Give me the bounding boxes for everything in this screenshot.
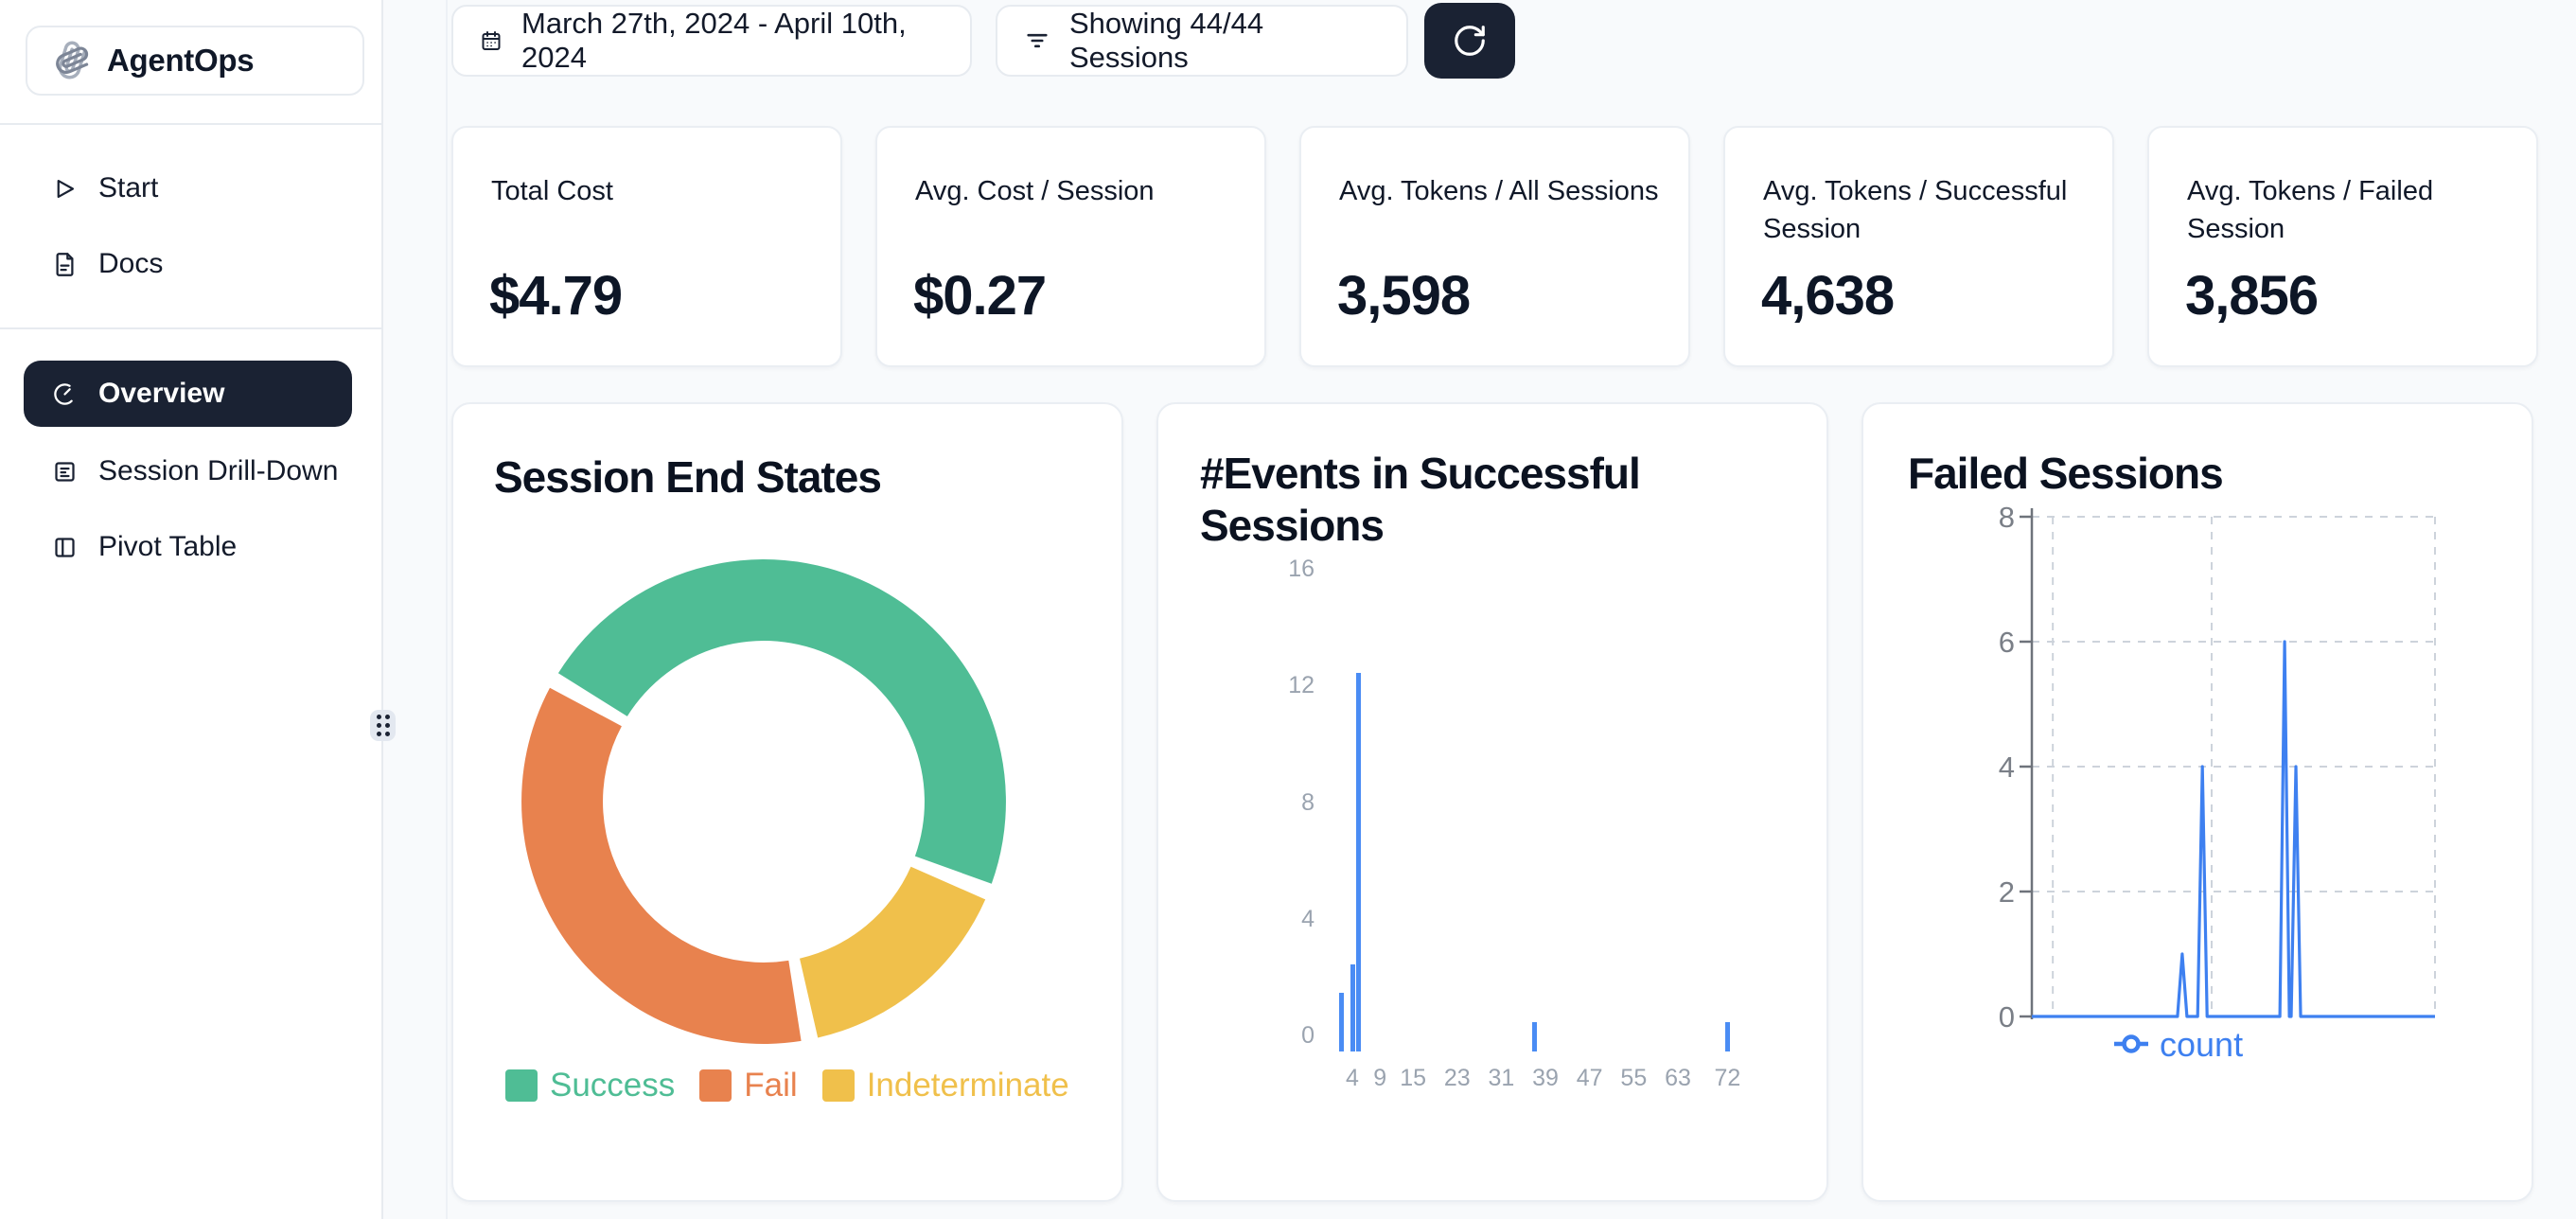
sessions-filter-label: Showing 44/44 Sessions (1069, 7, 1380, 75)
sidebar-item-overview[interactable]: Overview (24, 361, 352, 427)
histogram-bar (1339, 993, 1344, 1051)
legend-label: Indeterminate (867, 1067, 1069, 1104)
y-tick-label: 4 (1210, 905, 1314, 933)
stat-value: $4.79 (489, 264, 622, 327)
legend-item-indeterminate[interactable]: Indeterminate (822, 1067, 1069, 1104)
line-dot-icon (2125, 1037, 2139, 1051)
y-tick-label: 8 (1999, 501, 2015, 534)
legend-swatch (822, 1069, 855, 1102)
x-tick-label: 72 (1689, 1063, 1765, 1093)
stat-value: 3,856 (2185, 264, 2318, 327)
play-icon (52, 176, 78, 202)
y-tick-label: 0 (1210, 1021, 1314, 1050)
histogram-bar (1532, 1022, 1537, 1051)
agentops-dashboard: AgentOps Start Docs (0, 0, 2576, 1219)
donut-segment-indeterminate (800, 867, 985, 1038)
failed-sessions-line-chart: 0 2 4 6 8 count (1863, 404, 2535, 1204)
y-tick-label: 6 (1999, 626, 2015, 659)
y-tick-label: 12 (1210, 671, 1314, 699)
y-tick-label: 16 (1210, 555, 1314, 583)
app-title: AgentOps (107, 43, 254, 79)
date-range-button[interactable]: March 27th, 2024 - April 10th, 2024 (451, 5, 972, 77)
sidebar-item-label: Start (98, 172, 158, 204)
count-line-series (2032, 642, 2435, 1016)
stat-value: 3,598 (1337, 264, 1470, 327)
content-left-divider (446, 0, 448, 1219)
donut-legend: Success Fail Indeterminate (505, 1067, 1069, 1104)
sidebar-item-label: Session Drill-Down (98, 455, 338, 487)
sidebar-item-pivot-table[interactable]: Pivot Table (0, 516, 381, 578)
stat-card-avg-tokens-failed: Avg. Tokens / Failed Session 3,856 (2147, 126, 2538, 367)
sidebar-item-docs[interactable]: Docs (0, 233, 381, 295)
stat-card-avg-tokens-all: Avg. Tokens / All Sessions 3,598 (1299, 126, 1690, 367)
legend-swatch (505, 1069, 538, 1102)
sidebar-item-label: Docs (98, 248, 163, 280)
legend-item-count[interactable]: count (2114, 1025, 2243, 1064)
stat-card-avg-tokens-successful: Avg. Tokens / Successful Session 4,638 (1723, 126, 2114, 367)
legend-label: Success (550, 1067, 675, 1104)
sidebar-item-label: Overview (98, 378, 224, 410)
legend-swatch (699, 1069, 732, 1102)
stat-value: $0.27 (913, 264, 1046, 327)
session-end-states-chart-card: Session End States SuccessFailIndetermin… (451, 402, 1123, 1202)
sidebar-resize-handle[interactable] (370, 710, 396, 741)
paperclip-logo-icon (50, 40, 92, 81)
sidebar-divider (0, 123, 381, 125)
legend-item-fail[interactable]: Fail (699, 1067, 797, 1104)
histogram-bar (1356, 673, 1361, 1051)
calendar-icon (480, 29, 503, 52)
list-icon (52, 459, 78, 485)
sessions-filter-button[interactable]: Showing 44/44 Sessions (996, 5, 1408, 77)
stat-card-avg-cost-session: Avg. Cost / Session $0.27 (875, 126, 1266, 367)
sidebar-divider (0, 327, 381, 329)
y-tick-label: 8 (1210, 788, 1314, 817)
histogram-bar (1725, 1022, 1730, 1051)
histogram-bar (1350, 964, 1355, 1051)
y-tick-label: 4 (1999, 751, 2015, 784)
legend-label: Fail (744, 1067, 797, 1104)
docs-icon (52, 252, 78, 277)
stat-card-total-cost: Total Cost $4.79 (451, 126, 842, 367)
stat-label: Total Cost (491, 172, 813, 210)
events-histogram-chart-card: #Events in Successful Sessions 048121649… (1156, 402, 1828, 1202)
stat-label: Avg. Tokens / All Sessions (1339, 172, 1661, 210)
date-range-label: March 27th, 2024 - April 10th, 2024 (521, 7, 944, 75)
sidebar-item-start[interactable]: Start (0, 157, 381, 220)
stat-label: Avg. Tokens / Failed Session (2187, 172, 2509, 248)
rotate-cw-icon (1452, 23, 1488, 59)
failed-sessions-chart-card: Failed Sessions 02468count (1861, 402, 2533, 1202)
y-tick-label: 0 (1999, 1000, 2015, 1034)
stat-label: Avg. Cost / Session (915, 172, 1237, 210)
columns-icon (52, 535, 78, 560)
sidebar-item-session-drill-down[interactable]: Session Drill-Down (0, 440, 381, 503)
filter-lines-icon (1024, 27, 1050, 54)
gauge-icon (52, 381, 78, 407)
legend-item-success[interactable]: Success (505, 1067, 675, 1104)
sidebar-item-label: Pivot Table (98, 531, 237, 563)
stat-value: 4,638 (1761, 264, 1894, 327)
refresh-button[interactable] (1424, 3, 1515, 79)
donut-segment-fail (521, 688, 802, 1044)
app-logo[interactable]: AgentOps (26, 26, 364, 96)
events-histogram: 0481216491523313947556372 (1158, 404, 1830, 1204)
donut-segment-success (558, 559, 1006, 884)
sidebar: AgentOps Start Docs (0, 0, 383, 1219)
stat-label: Avg. Tokens / Successful Session (1763, 172, 2085, 248)
y-tick-label: 2 (1999, 875, 2015, 909)
legend-label: count (2160, 1025, 2243, 1064)
